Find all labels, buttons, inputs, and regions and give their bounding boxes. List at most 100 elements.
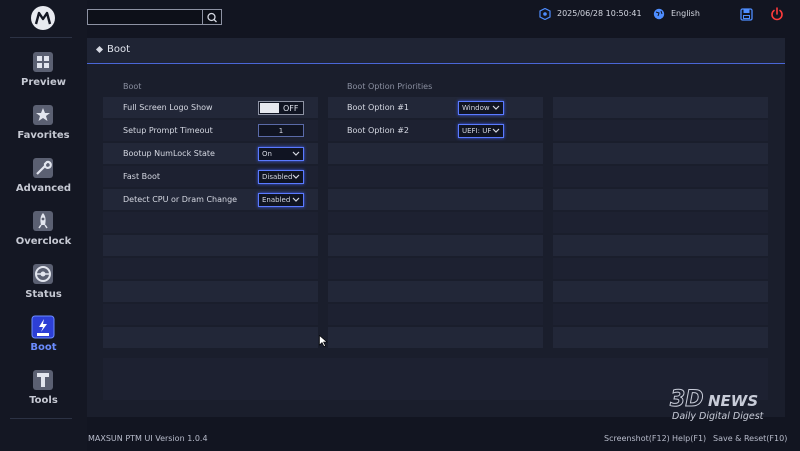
preview-icon bbox=[33, 52, 53, 72]
empty-row bbox=[553, 120, 768, 141]
boot-option-label: Boot Option #2 bbox=[347, 126, 409, 135]
rocket-icon bbox=[33, 211, 53, 231]
empty-row bbox=[103, 212, 318, 233]
setting-label: Fast Boot bbox=[123, 172, 161, 181]
sidebar-item-label: Boot bbox=[30, 342, 57, 353]
sidebar-item-preview[interactable]: Preview bbox=[0, 50, 87, 102]
globe-icon[interactable] bbox=[653, 8, 665, 20]
empty-row bbox=[328, 258, 543, 279]
save-icon[interactable] bbox=[740, 8, 753, 21]
detect-change-select[interactable]: Enabled bbox=[258, 193, 304, 207]
select-value: Enabled bbox=[262, 196, 291, 204]
search-input[interactable] bbox=[88, 10, 202, 24]
search-box bbox=[87, 9, 222, 25]
boot-option-row-2: Boot Option #2 UEFI: UF bbox=[328, 120, 543, 141]
setting-row-numlock: Bootup NumLock State On bbox=[103, 143, 318, 164]
sidebar-item-label: Overclock bbox=[15, 236, 72, 247]
fastboot-select[interactable]: Disabled bbox=[258, 170, 304, 184]
setting-label: Full Screen Logo Show bbox=[123, 103, 213, 112]
sidebar-item-tools[interactable]: Tools bbox=[0, 368, 87, 420]
empty-row bbox=[328, 281, 543, 302]
empty-row bbox=[103, 327, 318, 348]
search-icon bbox=[207, 12, 217, 23]
priorities-section-heading: Boot Option Priorities bbox=[347, 82, 433, 91]
empty-row bbox=[553, 327, 768, 348]
sidebar-item-label: Advanced bbox=[15, 183, 72, 194]
select-value: Disabled bbox=[262, 173, 293, 181]
setting-row-fastboot: Fast Boot Disabled bbox=[103, 166, 318, 187]
clock-icon bbox=[539, 8, 551, 20]
sidebar: Preview Favorites Advanced Overclock Sta… bbox=[0, 0, 87, 451]
sidebar-item-status[interactable]: Status bbox=[0, 262, 87, 314]
empty-row bbox=[328, 189, 543, 210]
chevron-down-icon bbox=[292, 174, 300, 179]
svg-text:3D: 3D bbox=[670, 387, 704, 412]
empty-row bbox=[553, 212, 768, 233]
sidebar-item-overclock[interactable]: Overclock bbox=[0, 209, 87, 261]
maxsun-logo bbox=[31, 6, 55, 30]
empty-row bbox=[553, 166, 768, 187]
setting-label: Bootup NumLock State bbox=[123, 149, 215, 158]
datetime-display: 2025/06/28 10:50:41 bbox=[557, 9, 642, 18]
select-value: On bbox=[262, 150, 272, 158]
boot-section-heading: Boot bbox=[123, 82, 142, 91]
empty-row bbox=[553, 281, 768, 302]
boot-option-row-1: Boot Option #1 Window bbox=[328, 97, 543, 118]
empty-row bbox=[553, 97, 768, 118]
sidebar-item-label: Tools bbox=[29, 395, 58, 406]
boot-option-1-select[interactable]: Window bbox=[458, 101, 504, 115]
logo-toggle[interactable]: OFF bbox=[258, 101, 304, 115]
page-title: Boot bbox=[107, 44, 131, 55]
empty-row bbox=[553, 189, 768, 210]
select-value: Window bbox=[462, 104, 490, 112]
version-text: MAXSUN PTM UI Version 1.0.4 bbox=[88, 434, 208, 443]
empty-row bbox=[553, 304, 768, 325]
numlock-select[interactable]: On bbox=[258, 147, 304, 161]
sidebar-item-boot[interactable]: Boot bbox=[0, 315, 87, 367]
empty-row bbox=[328, 143, 543, 164]
sidebar-divider bbox=[10, 37, 72, 38]
chevron-down-icon bbox=[292, 197, 300, 202]
boot-ssd-icon bbox=[31, 315, 55, 339]
timeout-input[interactable]: 1 bbox=[258, 124, 304, 137]
mouse-cursor-icon bbox=[319, 335, 328, 347]
diamond-icon bbox=[95, 45, 104, 54]
save-reset-button[interactable]: Save & Reset(F10) bbox=[713, 434, 787, 443]
page-title-bar: Boot bbox=[87, 38, 785, 64]
setting-row-timeout: Setup Prompt Timeout 1 bbox=[103, 120, 318, 141]
empty-row bbox=[328, 327, 543, 348]
sidebar-item-favorites[interactable]: Favorites bbox=[0, 103, 87, 155]
watermark-logo: 3D NEWS Daily Digital Digest bbox=[670, 387, 765, 423]
search-button[interactable] bbox=[202, 10, 221, 24]
sidebar-item-label: Status bbox=[25, 289, 62, 300]
sidebar-item-label: Favorites bbox=[17, 130, 70, 141]
toggle-state: OFF bbox=[283, 104, 299, 113]
boot-option-label: Boot Option #1 bbox=[347, 103, 409, 112]
wrench-icon bbox=[33, 158, 53, 178]
empty-row bbox=[103, 281, 318, 302]
power-icon[interactable] bbox=[770, 7, 784, 21]
tools-icon bbox=[33, 370, 53, 390]
empty-row bbox=[553, 258, 768, 279]
empty-row bbox=[328, 235, 543, 256]
sidebar-item-advanced[interactable]: Advanced bbox=[0, 156, 87, 208]
empty-row bbox=[553, 235, 768, 256]
boot-option-2-select[interactable]: UEFI: UF bbox=[458, 124, 504, 138]
setting-row-logo: Full Screen Logo Show OFF bbox=[103, 97, 318, 118]
select-value: UEFI: UF bbox=[462, 127, 492, 135]
sidebar-item-label: Preview bbox=[20, 77, 66, 88]
empty-row bbox=[103, 235, 318, 256]
empty-row bbox=[103, 304, 318, 325]
empty-row bbox=[553, 143, 768, 164]
empty-row bbox=[103, 258, 318, 279]
help-button[interactable]: Help(F1) bbox=[672, 434, 706, 443]
empty-row bbox=[328, 166, 543, 187]
svg-text:Daily Digital Digest: Daily Digital Digest bbox=[672, 411, 765, 422]
screenshot-button[interactable]: Screenshot(F12) bbox=[604, 434, 670, 443]
star-icon bbox=[33, 105, 53, 125]
language-selector[interactable]: English bbox=[671, 9, 700, 18]
setting-row-detect: Detect CPU or Dram Change Enabled bbox=[103, 189, 318, 210]
gauge-icon bbox=[33, 264, 53, 284]
chevron-down-icon bbox=[492, 128, 500, 133]
chevron-down-icon bbox=[492, 105, 500, 110]
